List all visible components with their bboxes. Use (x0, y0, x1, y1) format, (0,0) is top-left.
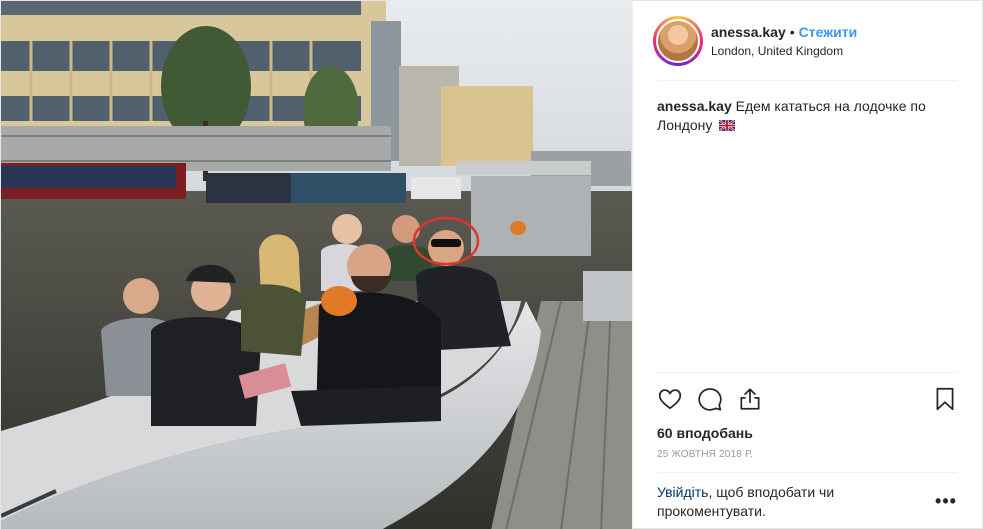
header-text: anessa.kay • Стежити London, United King… (711, 24, 857, 58)
action-bar (657, 381, 958, 417)
bookmark-icon (936, 387, 954, 411)
comment-button[interactable] (697, 381, 737, 417)
actions-section: 60 вподобань 25 ЖОВТНЯ 2018 Р. (657, 372, 958, 460)
post-photo[interactable] (1, 1, 632, 529)
post-header: anessa.kay • Стежити London, United King… (653, 1, 958, 81)
post-sidebar: anessa.kay • Стежити London, United King… (632, 1, 982, 529)
share-button[interactable] (737, 381, 777, 417)
comment-prompt: Увійдіть, щоб вподобати чи прокоментуват… (657, 483, 934, 521)
heart-icon (658, 389, 682, 410)
separator-dot: • (789, 23, 795, 40)
follow-button[interactable]: Стежити (799, 24, 858, 40)
instagram-post: anessa.kay • Стежити London, United King… (0, 0, 983, 529)
avatar[interactable] (656, 18, 700, 63)
location-link[interactable]: London, United Kingdom (711, 44, 857, 58)
header-top-row: anessa.kay • Стежити (711, 24, 857, 40)
caption-username[interactable]: anessa.kay (657, 98, 732, 114)
likes-count[interactable]: 60 вподобань (657, 425, 958, 441)
boat-photo-illustration (1, 1, 632, 529)
caption: anessa.kay Едем кататься на лодочке по Л… (657, 81, 958, 372)
gb-flag-icon (719, 120, 736, 131)
more-options-button[interactable]: ••• (934, 492, 958, 511)
like-button[interactable] (657, 381, 697, 417)
share-icon (740, 388, 760, 410)
username-link[interactable]: anessa.kay (711, 24, 786, 40)
save-button[interactable] (918, 381, 958, 417)
comment-login-bar: Увійдіть, щоб вподобати чи прокоментуват… (657, 472, 958, 529)
comment-icon (698, 388, 722, 411)
post-date[interactable]: 25 ЖОВТНЯ 2018 Р. (657, 449, 958, 460)
avatar-story-ring[interactable] (653, 15, 703, 66)
login-link[interactable]: Увійдіть (657, 484, 708, 500)
